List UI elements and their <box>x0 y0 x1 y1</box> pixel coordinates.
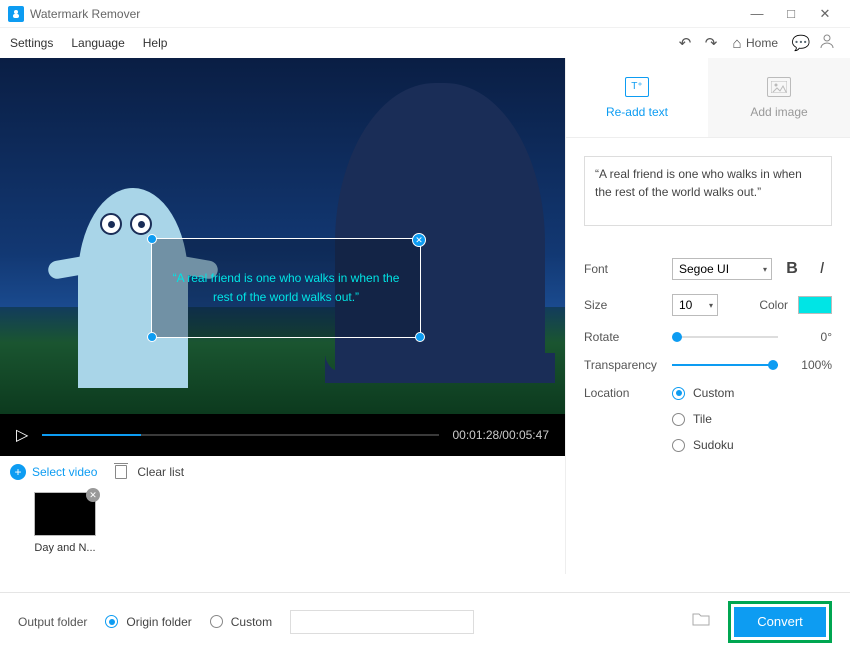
resize-handle-tl[interactable] <box>147 234 157 244</box>
play-button[interactable]: ▷ <box>16 425 28 445</box>
minimize-button[interactable]: — <box>740 6 774 21</box>
rotate-label: Rotate <box>584 330 672 344</box>
tab-add-image[interactable]: Add image <box>708 58 850 138</box>
video-preview[interactable]: “A real friend is one who walks in when … <box>0 58 565 414</box>
size-select[interactable]: 10▾ <box>672 294 718 316</box>
italic-button[interactable]: I <box>812 260 832 278</box>
select-video-button[interactable]: Select video <box>32 465 97 479</box>
rotate-value: 0° <box>788 330 832 344</box>
home-label[interactable]: Home <box>746 36 778 50</box>
trash-icon[interactable] <box>115 465 127 479</box>
add-icon[interactable]: + <box>10 464 26 480</box>
title-bar: Watermark Remover — □ ✕ <box>0 0 850 28</box>
color-picker[interactable] <box>798 296 832 314</box>
redo-icon[interactable]: ↷ <box>698 34 724 52</box>
color-label: Color <box>759 298 788 312</box>
feedback-icon[interactable]: 💬 <box>788 34 814 52</box>
location-radio-tile[interactable]: Tile <box>672 412 734 426</box>
transparency-value: 100% <box>788 358 832 372</box>
text-icon: T⁺ <box>625 77 649 97</box>
menu-language[interactable]: Language <box>71 36 124 50</box>
clear-list-button[interactable]: Clear list <box>137 465 184 479</box>
clip-name: Day and N... <box>34 542 96 554</box>
watermark-text-input[interactable]: “A real friend is one who walks in when … <box>584 156 832 226</box>
remove-clip-icon[interactable]: ✕ <box>86 488 100 502</box>
watermark-overlay[interactable]: “A real friend is one who walks in when … <box>151 238 421 338</box>
location-radio-sudoku[interactable]: Sudoku <box>672 438 734 452</box>
font-label: Font <box>584 262 672 276</box>
font-select[interactable]: Segoe UI▾ <box>672 258 772 280</box>
footer: Output folder Origin folder Custom Conve… <box>0 592 850 650</box>
bold-button[interactable]: B <box>782 260 802 278</box>
browse-folder-icon[interactable] <box>692 612 710 631</box>
maximize-button[interactable]: □ <box>774 6 808 21</box>
resize-handle-bl[interactable] <box>147 332 157 342</box>
clip-thumbnail[interactable]: ✕ Day and N... <box>34 492 96 554</box>
menu-settings[interactable]: Settings <box>10 36 53 50</box>
timecode: 00:01:28/00:05:47 <box>453 428 550 442</box>
seek-bar[interactable] <box>42 434 438 436</box>
size-label: Size <box>584 298 672 312</box>
menu-help[interactable]: Help <box>143 36 168 50</box>
undo-icon[interactable]: ↶ <box>672 34 698 52</box>
app-title: Watermark Remover <box>30 7 740 21</box>
playback-controls: ▷ 00:01:28/00:05:47 <box>0 414 565 456</box>
app-icon <box>8 6 24 22</box>
output-radio-origin[interactable]: Origin folder <box>105 615 191 629</box>
tab-readd-text[interactable]: T⁺ Re-add text <box>566 58 708 138</box>
resize-handle-br[interactable] <box>415 332 425 342</box>
location-label: Location <box>584 386 672 400</box>
transparency-slider[interactable] <box>672 364 778 366</box>
location-radio-custom[interactable]: Custom <box>672 386 734 400</box>
watermark-overlay-text: “A real friend is one who walks in when … <box>172 269 400 307</box>
account-icon[interactable] <box>814 33 840 53</box>
convert-highlight: Convert <box>728 601 832 643</box>
output-radio-custom[interactable]: Custom <box>210 615 272 629</box>
image-icon <box>767 77 791 97</box>
convert-button[interactable]: Convert <box>734 607 826 637</box>
menu-bar: Settings Language Help ↶ ↷ ⌂ Home 💬 <box>0 28 850 58</box>
output-folder-label: Output folder <box>18 615 87 629</box>
rotate-slider[interactable] <box>672 336 778 338</box>
transparency-label: Transparency <box>584 358 672 372</box>
output-path-input[interactable] <box>290 610 474 634</box>
close-button[interactable]: ✕ <box>808 6 842 22</box>
overlay-close-icon[interactable]: ✕ <box>412 233 426 247</box>
